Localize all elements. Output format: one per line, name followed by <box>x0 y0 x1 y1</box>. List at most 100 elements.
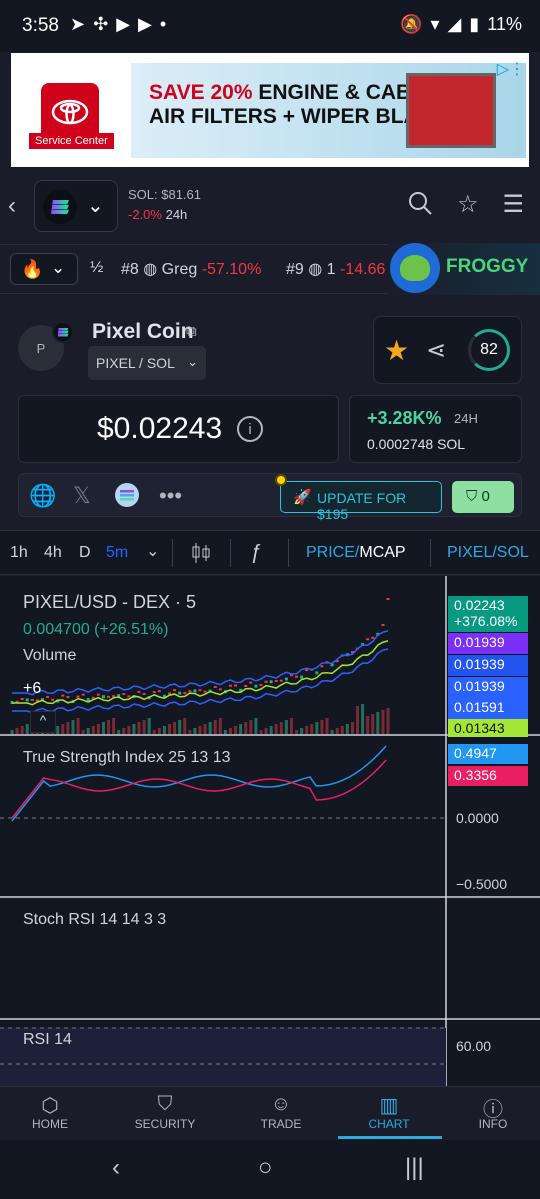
candle <box>178 691 182 695</box>
candlestick-icon[interactable] <box>190 541 212 570</box>
volume-bar <box>81 730 85 734</box>
system-nav-bar: ‹ ○ ||| <box>0 1140 540 1199</box>
info-icon[interactable]: i <box>237 416 263 442</box>
volume-bar <box>96 724 100 734</box>
volume-bar <box>279 722 283 734</box>
solana-icon <box>43 190 77 224</box>
x-twitter-icon[interactable]: 𝕏 <box>73 483 91 509</box>
candle <box>315 671 319 675</box>
home-nav-icon[interactable]: ○ <box>258 1154 273 1182</box>
shield-icon: ⛉ <box>157 1093 173 1115</box>
more-icon[interactable]: ••• <box>159 483 182 509</box>
back-nav-icon[interactable]: ‹ <box>112 1154 120 1182</box>
search-icon[interactable] <box>407 190 433 223</box>
shield-check-icon: ⛉ <box>466 488 478 505</box>
nav-trade[interactable]: ☺ TRADE <box>231 1093 331 1131</box>
filter-image <box>406 73 496 148</box>
update-button[interactable]: 🚀 UPDATE FOR $195 <box>275 474 442 522</box>
volume-bar <box>223 730 227 734</box>
featured-token-froggy[interactable]: FROGGY <box>388 243 540 295</box>
menu-icon[interactable]: ☰ <box>502 190 524 223</box>
indicators-icon[interactable]: ƒ <box>250 541 261 564</box>
candle <box>305 669 309 672</box>
sol-price: SOL: $81.61 <box>128 187 201 202</box>
fan-icon: ✣ <box>93 14 109 34</box>
hidden-indicators-count[interactable]: +6 <box>23 680 41 698</box>
volume-bar <box>325 718 329 734</box>
candle <box>228 684 232 687</box>
candle <box>188 690 192 693</box>
price-in-sol: 0.0002748 SOL <box>367 436 466 452</box>
nav-home[interactable]: ⬡ HOME <box>0 1093 100 1131</box>
nav-info[interactable]: ⓘ INFO <box>443 1093 540 1131</box>
pair-selector[interactable]: PIXEL / SOL ⌄ <box>88 346 206 380</box>
price-mcap-toggle[interactable]: PRICE/MCAP <box>306 544 406 562</box>
volume-bar <box>173 722 177 734</box>
candle <box>203 690 207 693</box>
share-icon[interactable]: ⋖ <box>426 336 446 365</box>
token-avatar-icon: ◍ <box>143 261 158 278</box>
price-chart[interactable]: PIXEL/USD - DEX · 5 0.004700 (+26.51%) V… <box>0 576 540 1086</box>
trending-item[interactable]: #9 ◍ 1 -14.66 <box>286 259 385 279</box>
rsi-axis-label: 60.00 <box>456 1038 492 1054</box>
candle <box>371 636 375 639</box>
volume-bar <box>381 710 385 734</box>
volume-bar <box>112 718 116 734</box>
volume-bar <box>208 722 212 734</box>
candle <box>66 696 70 699</box>
change-period: 24H <box>454 411 478 426</box>
volume-bar <box>188 730 192 734</box>
tsi-axis-label: 0.0000 <box>456 810 499 826</box>
volume-bar <box>142 720 146 734</box>
solana-link-icon[interactable] <box>115 483 139 513</box>
volume-bar <box>340 726 344 734</box>
volume-bar <box>289 718 293 734</box>
adchoices-icon[interactable]: ▷⋮ <box>497 59 525 79</box>
nav-chart[interactable]: ▥ CHART <box>339 1093 439 1131</box>
volume-bar <box>330 730 334 734</box>
volume-bar <box>203 724 207 734</box>
candle <box>254 684 258 688</box>
audit-shield-button[interactable]: ⛉ 0 <box>452 481 514 513</box>
youtube-icon: ▶ <box>116 14 131 34</box>
candle <box>127 695 131 698</box>
recents-nav-icon[interactable]: ||| <box>405 1154 424 1182</box>
volume-bar <box>193 728 197 734</box>
chain-selector[interactable]: ⌄ <box>34 180 118 232</box>
copy-icon[interactable]: ⧉ <box>186 323 197 340</box>
timeframe-5m[interactable]: 5m <box>106 544 128 562</box>
volume-bar <box>15 728 19 734</box>
candle <box>381 623 385 626</box>
collapse-icon[interactable]: ^ <box>30 711 56 733</box>
candle <box>295 675 299 678</box>
chart-toolbar: 1h 4h D 5m ⌄ ƒ PRICE/MCAP PIXEL/SOL <box>0 530 540 575</box>
volume-bar <box>162 726 166 734</box>
volume-bar <box>320 720 324 734</box>
chevron-down-icon: ⌄ <box>187 354 198 369</box>
candle <box>86 698 90 702</box>
trending-filter[interactable]: 🔥 ⌄ <box>10 253 78 285</box>
fire-icon: 🔥 <box>21 259 44 279</box>
advertisement-banner[interactable]: Service Center SAVE 20% ENGINE & CABIN A… <box>11 53 529 167</box>
favorite-star-icon[interactable]: ★ <box>384 334 409 367</box>
trending-item[interactable]: #8 ◍ Greg -57.10% <box>121 259 261 279</box>
notification-dot <box>275 474 287 486</box>
volume-bar <box>127 726 131 734</box>
timeframe-d[interactable]: D <box>79 544 91 562</box>
chevron-down-icon[interactable]: ⌄ <box>146 541 159 561</box>
volume-bar <box>234 726 238 734</box>
globe-icon[interactable]: 🌐 <box>29 483 56 509</box>
candle <box>152 691 156 694</box>
pair-unit-toggle[interactable]: PIXEL/SOL <box>447 544 529 562</box>
back-icon[interactable]: ‹ <box>8 192 16 220</box>
volume-bar <box>350 722 354 734</box>
token-score[interactable]: 82 <box>468 329 510 371</box>
timeframe-1h[interactable]: 1h <box>10 544 28 562</box>
timeframe-4h[interactable]: 4h <box>44 544 62 562</box>
volume-bar <box>137 722 141 734</box>
telegram-icon: ➤ <box>70 14 86 34</box>
volume-bar <box>10 730 14 734</box>
token-panel: P Pixel Coin ⧉ PIXEL / SOL ⌄ ★ ⋖ 82 $0.0… <box>0 300 540 530</box>
nav-security[interactable]: ⛉ SECURITY <box>115 1093 215 1131</box>
star-icon[interactable]: ☆ <box>457 190 479 223</box>
